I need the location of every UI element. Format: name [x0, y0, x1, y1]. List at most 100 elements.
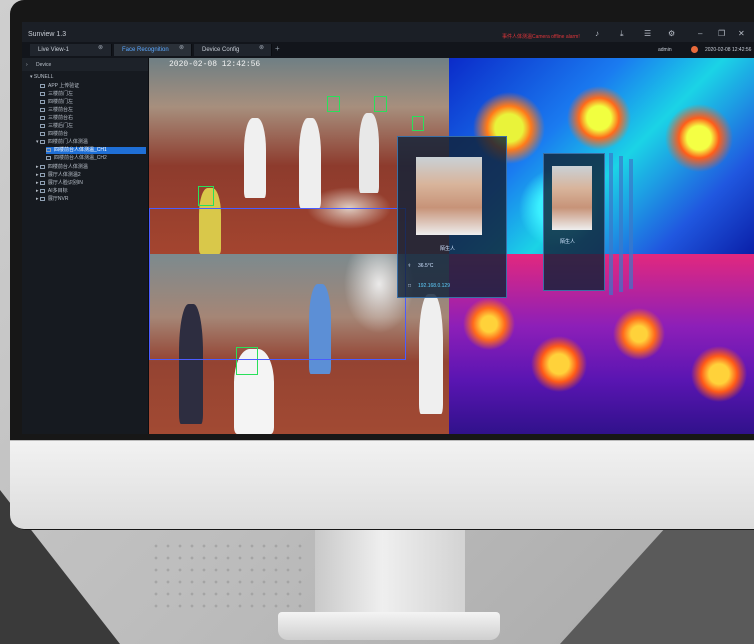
face-snapshot: [416, 157, 482, 235]
tree-item-label: 四楼前门人体测温: [47, 139, 88, 145]
tree-item-group[interactable]: ▾ 四楼前门人体测温: [36, 139, 88, 146]
popup-stack-edge: [609, 153, 613, 295]
tree-item-label: APP 上传验证: [48, 83, 80, 89]
face-detection-box: [198, 186, 214, 206]
tree-item-label: AI多目标: [47, 188, 68, 194]
close-icon[interactable]: ✕: [738, 29, 745, 38]
video-grid: 2020-02-08 12:42:56 陌生人 ⚕ 36.5°C □ 192.1…: [149, 58, 754, 434]
tree-item-label: 三楼前门左: [48, 91, 74, 97]
menu-icon[interactable]: ☰: [644, 29, 651, 38]
network-icon: □: [408, 283, 412, 289]
popup-stack-edge: [629, 159, 633, 289]
tree-item-label: 四楼前台人体测温: [47, 164, 88, 170]
camera-icon: [39, 172, 45, 177]
close-tab-icon[interactable]: ⊗: [98, 44, 103, 51]
tree-item-label: SUNELL: [33, 74, 54, 80]
app-title: Sunview 1.3: [28, 31, 67, 38]
camera-icon: [40, 115, 45, 120]
face-detection-box: [374, 96, 387, 112]
settings-icon[interactable]: ⚙: [668, 29, 675, 38]
app-window: Sunview 1.3 事件人体测温Camera offline alarm! …: [22, 22, 754, 434]
sidebar-header[interactable]: › Device: [22, 58, 148, 71]
title-bar: Sunview 1.3 事件人体测温Camera offline alarm! …: [22, 22, 754, 42]
person: [359, 113, 379, 193]
video-timestamp: 2020-02-08 12:42:56: [169, 60, 261, 69]
close-tab-icon[interactable]: ⊗: [179, 44, 184, 51]
tree-item-group[interactable]: ▸ 展厅人脸识别IN: [36, 180, 83, 187]
camera-icon: [40, 83, 45, 88]
face-detection-box: [412, 116, 424, 131]
face-detection-box: [327, 96, 340, 112]
monitor-stand-base: [278, 612, 500, 640]
person: [299, 118, 321, 208]
thermometer-icon: ⚕: [408, 263, 411, 269]
tree-item-label: 四楼前台人体测温_CH1: [54, 147, 107, 153]
sidebar-title: Device: [36, 62, 52, 68]
clock: 2020-02-08 12:42:56: [705, 47, 752, 53]
alarm-banner[interactable]: 事件人体测温Camera offline alarm!: [502, 33, 580, 40]
tab-bar: Live View-1 ⊗ Face Recognition ⊗ Device …: [22, 42, 754, 58]
decorative-dots: [150, 540, 310, 610]
download-icon[interactable]: ⤓: [620, 29, 624, 39]
chevron-right-icon: ›: [26, 62, 28, 68]
monitor-stand-neck: [315, 528, 465, 618]
person: [419, 294, 443, 414]
camera-icon: [39, 180, 45, 185]
tree-item[interactable]: 四楼前台人体测温_CH2: [46, 155, 107, 162]
tree-item[interactable]: 三楼前台右: [40, 115, 73, 122]
tree-item-label: 展厅人体测温2: [47, 172, 81, 178]
user-name[interactable]: admin: [658, 47, 672, 53]
tab-label: Face Recognition: [122, 47, 169, 53]
tree-item-label: 展厅人脸识别IN: [47, 180, 83, 186]
tree-item-label: 四楼前门左: [48, 99, 74, 105]
camera-ip: 192.168.0.129: [418, 283, 450, 289]
tree-item[interactable]: 三楼前台左: [40, 107, 73, 114]
tab-label: Device Config: [202, 47, 240, 53]
avatar[interactable]: [691, 46, 698, 53]
tree-item[interactable]: 四楼前台: [40, 131, 68, 138]
device-sidebar: › Device ▾ SUNELL APP 上传验证 三楼前门左 四楼前门左 三…: [22, 58, 149, 434]
monitor-chin: [10, 440, 754, 529]
tree-item-group[interactable]: ▸ AI多目标: [36, 188, 68, 195]
tree-item-label: 展厅NVR: [47, 196, 69, 202]
tree-item[interactable]: 四楼前门左: [40, 99, 73, 106]
tree-item-group[interactable]: ▸ 展厅NVR: [36, 196, 68, 203]
tree-item-label: 四楼前台人体测温_CH2: [54, 155, 107, 161]
tree-item-label: 四楼前台: [48, 131, 69, 137]
face-snapshot: [552, 166, 592, 230]
tree-item-group[interactable]: ▸ 四楼前台人体测温: [36, 164, 88, 171]
detection-region: [149, 208, 406, 360]
close-tab-icon[interactable]: ⊗: [259, 44, 264, 51]
camera-icon: [39, 164, 45, 169]
tree-item-root[interactable]: ▾ SUNELL: [30, 74, 53, 81]
person: [244, 118, 266, 198]
popup-stack-edge: [619, 156, 623, 292]
camera-icon: [40, 107, 45, 112]
camera-icon: [40, 123, 45, 128]
tree-item-selected[interactable]: 四楼前台人体测温_CH1: [46, 147, 146, 154]
add-tab-icon[interactable]: +: [275, 44, 280, 53]
camera-icon: [40, 91, 45, 96]
tree-item-group[interactable]: ▸ 展厅人体测温2: [36, 172, 81, 179]
face-match-popup-secondary[interactable]: 陌生人: [543, 153, 605, 291]
restore-icon[interactable]: ❐: [718, 29, 725, 38]
person-name: 陌生人: [560, 239, 576, 245]
camera-icon: [39, 139, 45, 144]
channel-icon: [46, 147, 51, 152]
tree-item-label: 三楼前台左: [48, 107, 74, 113]
bell-icon[interactable]: ♪: [595, 29, 599, 38]
tree-item[interactable]: 三楼前门左: [40, 91, 73, 98]
tree-item-label: 三楼后门左: [48, 123, 74, 129]
camera-icon: [40, 131, 45, 136]
temperature-value: 36.5°C: [418, 263, 434, 269]
face-match-popup[interactable]: 陌生人 ⚕ 36.5°C □ 192.168.0.129: [397, 136, 507, 298]
camera-icon: [39, 188, 45, 193]
camera-icon: [40, 99, 45, 104]
tree-item[interactable]: 三楼后门左: [40, 123, 73, 130]
tab-label: Live View-1: [38, 47, 69, 53]
recorder-icon: [39, 196, 45, 201]
tree-item-label: 三楼前台右: [48, 115, 74, 121]
tree-item[interactable]: APP 上传验证: [40, 83, 79, 90]
channel-icon: [46, 155, 51, 160]
minimize-icon[interactable]: –: [698, 29, 702, 38]
